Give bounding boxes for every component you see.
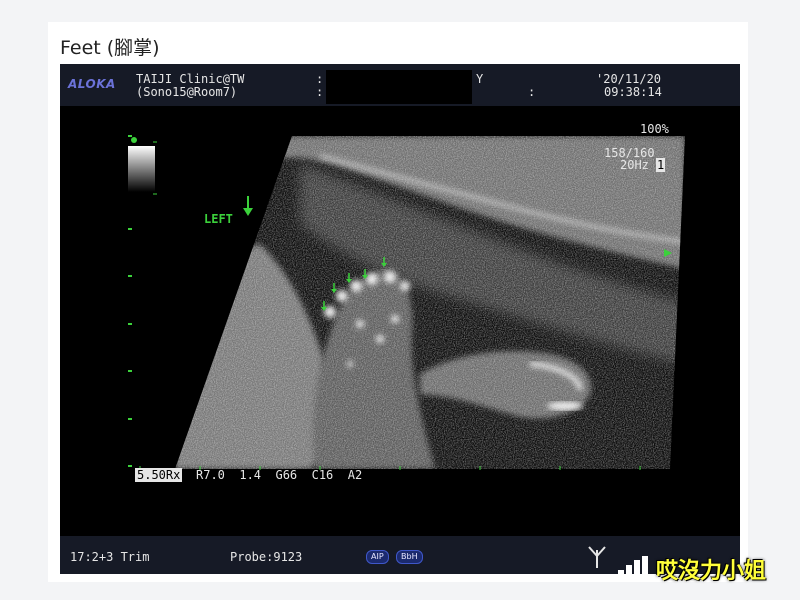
antenna-icon bbox=[588, 546, 606, 568]
footer-trim: 17:2+3 Trim bbox=[70, 550, 150, 564]
watermark: 哎沒力小姐 bbox=[656, 559, 767, 584]
ultrasound-scan bbox=[128, 135, 685, 470]
orientation-label: LEFT bbox=[204, 212, 233, 226]
bbh-badge: BbH bbox=[396, 550, 423, 564]
focus-dot bbox=[131, 137, 137, 143]
grayscale-bar bbox=[128, 146, 155, 192]
settings-box: 5.50Rx bbox=[135, 468, 183, 482]
probe-label: Probe:9123 bbox=[230, 550, 303, 564]
left-arrow-icon bbox=[243, 196, 253, 216]
settings-readout: R7.0 1.4 G66 C16 A2 bbox=[196, 468, 363, 482]
frame-box: 1 bbox=[656, 158, 666, 172]
signal-bars-icon bbox=[618, 556, 648, 578]
ultrasound-image: ALOKA TAIJI Clinic@TW (Sono15@Room7) : :… bbox=[60, 64, 740, 574]
page-title: Feet (腳掌) bbox=[60, 37, 160, 59]
gain-percent: 100% bbox=[640, 122, 669, 136]
aip-badge: AIP bbox=[366, 550, 389, 564]
frame-rate: 20Hz bbox=[620, 158, 649, 172]
